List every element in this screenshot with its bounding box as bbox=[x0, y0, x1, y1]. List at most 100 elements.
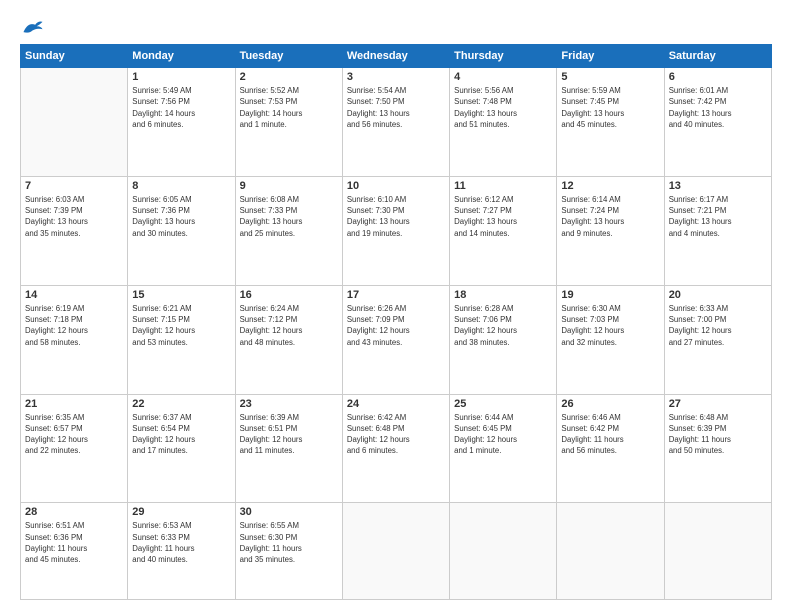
day-info: Sunrise: 6:17 AM Sunset: 7:21 PM Dayligh… bbox=[669, 194, 767, 239]
day-number: 10 bbox=[347, 180, 445, 192]
calendar-day-cell: 9 Sunrise: 6:08 AM Sunset: 7:33 PM Daylig… bbox=[235, 176, 342, 285]
calendar-week-row: 14Sunrise: 6:19 AM Sunset: 7:18 PM Dayli… bbox=[21, 285, 772, 394]
day-number: 28 bbox=[25, 506, 123, 518]
day-info: Sunrise: 6:48 AM Sunset: 6:39 PM Dayligh… bbox=[669, 412, 767, 457]
day-info: Sunrise: 6:51 AM Sunset: 6:36 PM Dayligh… bbox=[25, 520, 123, 565]
logo-text bbox=[20, 18, 44, 36]
calendar-day-cell: 26 Sunrise: 6:46 AM Sunset: 6:42 PM Dayli… bbox=[557, 394, 664, 503]
day-info: Sunrise: 6:21 AM Sunset: 7:15 PM Dayligh… bbox=[132, 303, 230, 348]
day-number: 5 bbox=[561, 71, 659, 83]
day-number: 24 bbox=[347, 398, 445, 410]
calendar-day-cell: 7 Sunrise: 6:03 AM Sunset: 7:39 PM Daylig… bbox=[21, 176, 128, 285]
calendar-day-cell: 14Sunrise: 6:19 AM Sunset: 7:18 PM Dayli… bbox=[21, 285, 128, 394]
day-number: 1 bbox=[132, 71, 230, 83]
calendar-day-cell: 6 Sunrise: 6:01 AM Sunset: 7:42 PM Daylig… bbox=[664, 68, 771, 177]
calendar-day-cell bbox=[450, 503, 557, 600]
day-number: 30 bbox=[240, 506, 338, 518]
calendar-week-row: 7 Sunrise: 6:03 AM Sunset: 7:39 PM Daylig… bbox=[21, 176, 772, 285]
calendar-day-cell: 3Sunrise: 5:54 AM Sunset: 7:50 PM Daylig… bbox=[342, 68, 449, 177]
day-info: Sunrise: 6:14 AM Sunset: 7:24 PM Dayligh… bbox=[561, 194, 659, 239]
day-info: Sunrise: 6:35 AM Sunset: 6:57 PM Dayligh… bbox=[25, 412, 123, 457]
day-info: Sunrise: 5:49 AM Sunset: 7:56 PM Dayligh… bbox=[132, 85, 230, 130]
day-number: 7 bbox=[25, 180, 123, 192]
day-number: 9 bbox=[240, 180, 338, 192]
calendar-day-cell: 2Sunrise: 5:52 AM Sunset: 7:53 PM Daylig… bbox=[235, 68, 342, 177]
logo bbox=[20, 18, 44, 36]
day-number: 18 bbox=[454, 289, 552, 301]
day-info: Sunrise: 6:42 AM Sunset: 6:48 PM Dayligh… bbox=[347, 412, 445, 457]
day-info: Sunrise: 6:24 AM Sunset: 7:12 PM Dayligh… bbox=[240, 303, 338, 348]
calendar-table: SundayMondayTuesdayWednesdayThursdayFrid… bbox=[20, 44, 772, 600]
calendar-week-row: 21 Sunrise: 6:35 AM Sunset: 6:57 PM Dayli… bbox=[21, 394, 772, 503]
calendar-week-row: 1 Sunrise: 5:49 AM Sunset: 7:56 PM Daylig… bbox=[21, 68, 772, 177]
day-number: 13 bbox=[669, 180, 767, 192]
calendar-day-cell: 22 Sunrise: 6:37 AM Sunset: 6:54 PM Dayli… bbox=[128, 394, 235, 503]
day-info: Sunrise: 6:08 AM Sunset: 7:33 PM Dayligh… bbox=[240, 194, 338, 239]
calendar-day-cell: 17 Sunrise: 6:26 AM Sunset: 7:09 PM Dayli… bbox=[342, 285, 449, 394]
day-number: 15 bbox=[132, 289, 230, 301]
calendar-day-cell: 24 Sunrise: 6:42 AM Sunset: 6:48 PM Dayli… bbox=[342, 394, 449, 503]
calendar-header-thursday: Thursday bbox=[450, 45, 557, 68]
day-number: 23 bbox=[240, 398, 338, 410]
day-info: Sunrise: 6:01 AM Sunset: 7:42 PM Dayligh… bbox=[669, 85, 767, 130]
day-number: 25 bbox=[454, 398, 552, 410]
day-info: Sunrise: 6:37 AM Sunset: 6:54 PM Dayligh… bbox=[132, 412, 230, 457]
calendar-header-wednesday: Wednesday bbox=[342, 45, 449, 68]
calendar-day-cell: 16 Sunrise: 6:24 AM Sunset: 7:12 PM Dayli… bbox=[235, 285, 342, 394]
calendar-header-monday: Monday bbox=[128, 45, 235, 68]
day-info: Sunrise: 6:10 AM Sunset: 7:30 PM Dayligh… bbox=[347, 194, 445, 239]
calendar-day-cell: 4Sunrise: 5:56 AM Sunset: 7:48 PM Daylig… bbox=[450, 68, 557, 177]
day-info: Sunrise: 6:30 AM Sunset: 7:03 PM Dayligh… bbox=[561, 303, 659, 348]
day-info: Sunrise: 6:05 AM Sunset: 7:36 PM Dayligh… bbox=[132, 194, 230, 239]
calendar-day-cell: 10 Sunrise: 6:10 AM Sunset: 7:30 PM Dayli… bbox=[342, 176, 449, 285]
calendar-header-row: SundayMondayTuesdayWednesdayThursdayFrid… bbox=[21, 45, 772, 68]
day-info: Sunrise: 6:53 AM Sunset: 6:33 PM Dayligh… bbox=[132, 520, 230, 565]
day-number: 17 bbox=[347, 289, 445, 301]
calendar-header-tuesday: Tuesday bbox=[235, 45, 342, 68]
calendar-day-cell: 5Sunrise: 5:59 AM Sunset: 7:45 PM Daylig… bbox=[557, 68, 664, 177]
calendar-day-cell: 21 Sunrise: 6:35 AM Sunset: 6:57 PM Dayli… bbox=[21, 394, 128, 503]
calendar-header-sunday: Sunday bbox=[21, 45, 128, 68]
calendar-header-friday: Friday bbox=[557, 45, 664, 68]
calendar-day-cell: 28 Sunrise: 6:51 AM Sunset: 6:36 PM Dayli… bbox=[21, 503, 128, 600]
calendar-day-cell: 23 Sunrise: 6:39 AM Sunset: 6:51 PM Dayli… bbox=[235, 394, 342, 503]
calendar-day-cell: 19 Sunrise: 6:30 AM Sunset: 7:03 PM Dayli… bbox=[557, 285, 664, 394]
day-number: 22 bbox=[132, 398, 230, 410]
calendar-day-cell: 13 Sunrise: 6:17 AM Sunset: 7:21 PM Dayli… bbox=[664, 176, 771, 285]
day-info: Sunrise: 6:39 AM Sunset: 6:51 PM Dayligh… bbox=[240, 412, 338, 457]
calendar-day-cell bbox=[342, 503, 449, 600]
day-number: 29 bbox=[132, 506, 230, 518]
calendar-day-cell: 11 Sunrise: 6:12 AM Sunset: 7:27 PM Dayli… bbox=[450, 176, 557, 285]
day-number: 4 bbox=[454, 71, 552, 83]
calendar-day-cell: 1 Sunrise: 5:49 AM Sunset: 7:56 PM Daylig… bbox=[128, 68, 235, 177]
calendar-day-cell: 27 Sunrise: 6:48 AM Sunset: 6:39 PM Dayli… bbox=[664, 394, 771, 503]
day-info: Sunrise: 5:52 AM Sunset: 7:53 PM Dayligh… bbox=[240, 85, 338, 130]
day-number: 8 bbox=[132, 180, 230, 192]
day-number: 11 bbox=[454, 180, 552, 192]
calendar-day-cell bbox=[557, 503, 664, 600]
calendar-day-cell: 15 Sunrise: 6:21 AM Sunset: 7:15 PM Dayli… bbox=[128, 285, 235, 394]
day-number: 21 bbox=[25, 398, 123, 410]
day-info: Sunrise: 6:12 AM Sunset: 7:27 PM Dayligh… bbox=[454, 194, 552, 239]
calendar-day-cell: 12Sunrise: 6:14 AM Sunset: 7:24 PM Dayli… bbox=[557, 176, 664, 285]
day-info: Sunrise: 6:03 AM Sunset: 7:39 PM Dayligh… bbox=[25, 194, 123, 239]
calendar-day-cell: 30 Sunrise: 6:55 AM Sunset: 6:30 PM Dayli… bbox=[235, 503, 342, 600]
logo-bird-icon bbox=[22, 18, 44, 36]
calendar-day-cell bbox=[664, 503, 771, 600]
day-number: 6 bbox=[669, 71, 767, 83]
day-info: Sunrise: 6:28 AM Sunset: 7:06 PM Dayligh… bbox=[454, 303, 552, 348]
day-info: Sunrise: 6:26 AM Sunset: 7:09 PM Dayligh… bbox=[347, 303, 445, 348]
day-info: Sunrise: 6:55 AM Sunset: 6:30 PM Dayligh… bbox=[240, 520, 338, 565]
day-info: Sunrise: 6:44 AM Sunset: 6:45 PM Dayligh… bbox=[454, 412, 552, 457]
calendar-week-row: 28 Sunrise: 6:51 AM Sunset: 6:36 PM Dayli… bbox=[21, 503, 772, 600]
calendar-day-cell: 29 Sunrise: 6:53 AM Sunset: 6:33 PM Dayli… bbox=[128, 503, 235, 600]
day-info: Sunrise: 6:46 AM Sunset: 6:42 PM Dayligh… bbox=[561, 412, 659, 457]
day-number: 26 bbox=[561, 398, 659, 410]
day-number: 27 bbox=[669, 398, 767, 410]
day-number: 14 bbox=[25, 289, 123, 301]
day-number: 19 bbox=[561, 289, 659, 301]
calendar-day-cell: 18 Sunrise: 6:28 AM Sunset: 7:06 PM Dayli… bbox=[450, 285, 557, 394]
calendar-header-saturday: Saturday bbox=[664, 45, 771, 68]
header bbox=[20, 18, 772, 36]
day-number: 16 bbox=[240, 289, 338, 301]
